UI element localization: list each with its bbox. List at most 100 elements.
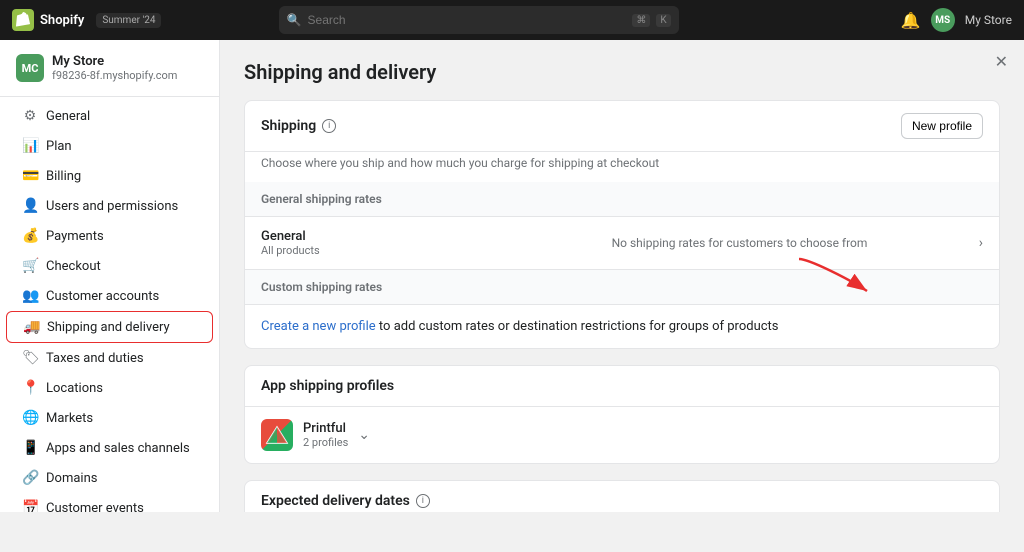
billing-icon: 💳 <box>22 168 38 184</box>
sidebar-item-label: Markets <box>46 411 93 426</box>
custom-rates-body: Create a new profile to add custom rates… <box>245 305 999 348</box>
sidebar-item-customer-events[interactable]: 📅 Customer events <box>6 493 213 512</box>
new-profile-button[interactable]: New profile <box>901 113 983 139</box>
brand-name: Shopify <box>40 13 84 28</box>
delivery-header: Expected delivery dates i <box>245 481 999 512</box>
sidebar-item-label: Billing <box>46 169 81 184</box>
app-row[interactable]: Printful 2 profiles ⌄ <box>245 407 999 463</box>
store-info: My Store f98236-8f.myshopify.com <box>52 54 177 82</box>
sidebar-item-label: Shipping and delivery <box>47 320 170 335</box>
general-icon: ⚙ <box>22 108 38 124</box>
app-profiles-header: App shipping profiles <box>245 366 999 407</box>
sidebar-item-taxes[interactable]: 🏷 Taxes and duties <box>6 343 213 373</box>
shipping-section-card: Shipping i New profile Choose where you … <box>244 100 1000 349</box>
app-profiles-card: App shipping profiles Printful 2 profile… <box>244 365 1000 464</box>
sidebar-item-apps[interactable]: 📱 Apps and sales channels <box>6 433 213 463</box>
shipping-title: Shipping <box>261 118 316 134</box>
nav-section: ⚙ General 📊 Plan 💳 Billing 👤 Users and p… <box>0 97 219 512</box>
sidebar-item-label: Checkout <box>46 259 101 274</box>
app-info: Printful 2 profiles <box>303 421 348 449</box>
version-badge: Summer '24 <box>96 13 161 28</box>
sidebar: MC My Store f98236-8f.myshopify.com ⚙ Ge… <box>0 40 220 512</box>
shipping-info-icon[interactable]: i <box>322 119 336 133</box>
delivery-dates-card: Expected delivery dates i Shop Promise S… <box>244 480 1000 512</box>
sidebar-item-label: Payments <box>46 229 104 244</box>
sidebar-item-label: Customer events <box>46 501 144 513</box>
rate-status: No shipping rates for customers to choos… <box>500 236 979 250</box>
domains-icon: 🔗 <box>22 470 38 486</box>
sidebar-item-label: Locations <box>46 381 103 396</box>
users-icon: 👤 <box>22 198 38 214</box>
sidebar-item-label: Users and permissions <box>46 199 178 214</box>
shipping-section-header: Shipping i New profile <box>245 101 999 152</box>
sidebar-item-checkout[interactable]: 🛒 Checkout <box>6 251 213 281</box>
sidebar-item-shipping[interactable]: 🚚 Shipping and delivery <box>6 311 213 343</box>
store-header: MC My Store f98236-8f.myshopify.com <box>0 40 219 97</box>
sidebar-item-customer-accounts[interactable]: 👥 Customer accounts <box>6 281 213 311</box>
customer-events-icon: 📅 <box>22 500 38 512</box>
sidebar-item-payments[interactable]: 💰 Payments <box>6 221 213 251</box>
search-icon: 🔍 <box>287 13 302 27</box>
general-rate-row[interactable]: General All products No shipping rates f… <box>245 217 999 270</box>
shipping-icon: 🚚 <box>23 319 39 335</box>
sidebar-item-label: General <box>46 109 90 124</box>
delivery-info-icon[interactable]: i <box>416 494 430 508</box>
plan-icon: 📊 <box>22 138 38 154</box>
taxes-icon: 🏷 <box>22 350 38 366</box>
general-rates-header: General shipping rates <box>245 182 999 217</box>
printful-icon <box>261 419 293 451</box>
custom-rates-suffix: to add custom rates or destination restr… <box>376 319 779 334</box>
topnav: Shopify Summer '24 🔍 ⌘ K 🔔 MS My Store <box>0 0 1024 40</box>
store-url: f98236-8f.myshopify.com <box>52 69 177 82</box>
sidebar-item-plan[interactable]: 📊 Plan <box>6 131 213 161</box>
rate-info: General All products <box>261 229 500 257</box>
layout: MC My Store f98236-8f.myshopify.com ⚙ Ge… <box>0 40 1024 512</box>
create-profile-link[interactable]: Create a new profile <box>261 319 376 334</box>
sidebar-item-label: Customer accounts <box>46 289 159 304</box>
user-avatar[interactable]: MS <box>931 8 955 32</box>
shipping-title-row: Shipping i <box>261 118 336 134</box>
sidebar-item-locations[interactable]: 📍 Locations <box>6 373 213 403</box>
payments-icon: 💰 <box>22 228 38 244</box>
customer-accounts-icon: 👥 <box>22 288 38 304</box>
app-profiles-title: App shipping profiles <box>261 378 394 394</box>
sidebar-item-label: Plan <box>46 139 72 154</box>
sidebar-item-billing[interactable]: 💳 Billing <box>6 161 213 191</box>
sidebar-item-markets[interactable]: 🌐 Markets <box>6 403 213 433</box>
nav-user-name: My Store <box>965 13 1012 27</box>
sidebar-item-general[interactable]: ⚙ General <box>6 101 213 131</box>
app-name: Printful <box>303 421 348 436</box>
app-chevron-icon: ⌄ <box>358 427 370 443</box>
search-input[interactable] <box>308 13 627 27</box>
sidebar-item-domains[interactable]: 🔗 Domains <box>6 463 213 493</box>
search-shortcut-cmd: ⌘ <box>632 14 650 27</box>
store-avatar: MC <box>16 54 44 82</box>
main-content: ✕ Shipping and delivery Shipping i New p… <box>220 40 1024 512</box>
rate-name: General <box>261 229 500 244</box>
shopify-logo: Shopify <box>12 9 84 31</box>
markets-icon: 🌐 <box>22 410 38 426</box>
rate-chevron-icon: › <box>979 235 983 251</box>
store-name: My Store <box>52 54 177 69</box>
shopify-logo-icon <box>12 9 34 31</box>
app-sub: 2 profiles <box>303 436 348 449</box>
apps-icon: 📱 <box>22 440 38 456</box>
delivery-title: Expected delivery dates <box>261 493 410 509</box>
sidebar-item-label: Domains <box>46 471 97 486</box>
search-shortcut-k: K <box>656 14 670 27</box>
search-bar[interactable]: 🔍 ⌘ K <box>279 6 679 34</box>
shipping-subtitle: Choose where you ship and how much you c… <box>245 152 999 182</box>
custom-rates-header: Custom shipping rates <box>245 270 999 305</box>
app-profiles-title-row: App shipping profiles <box>261 378 394 394</box>
close-button[interactable]: ✕ <box>995 52 1008 71</box>
sidebar-item-users[interactable]: 👤 Users and permissions <box>6 191 213 221</box>
rate-subtitle: All products <box>261 244 500 257</box>
locations-icon: 📍 <box>22 380 38 396</box>
delivery-title-row: Expected delivery dates i <box>261 493 430 509</box>
page-title: Shipping and delivery <box>244 60 1000 84</box>
sidebar-item-label: Apps and sales channels <box>46 441 190 456</box>
bell-icon[interactable]: 🔔 <box>901 11 921 30</box>
nav-right: 🔔 MS My Store <box>901 8 1012 32</box>
sidebar-item-label: Taxes and duties <box>46 351 144 366</box>
checkout-icon: 🛒 <box>22 258 38 274</box>
